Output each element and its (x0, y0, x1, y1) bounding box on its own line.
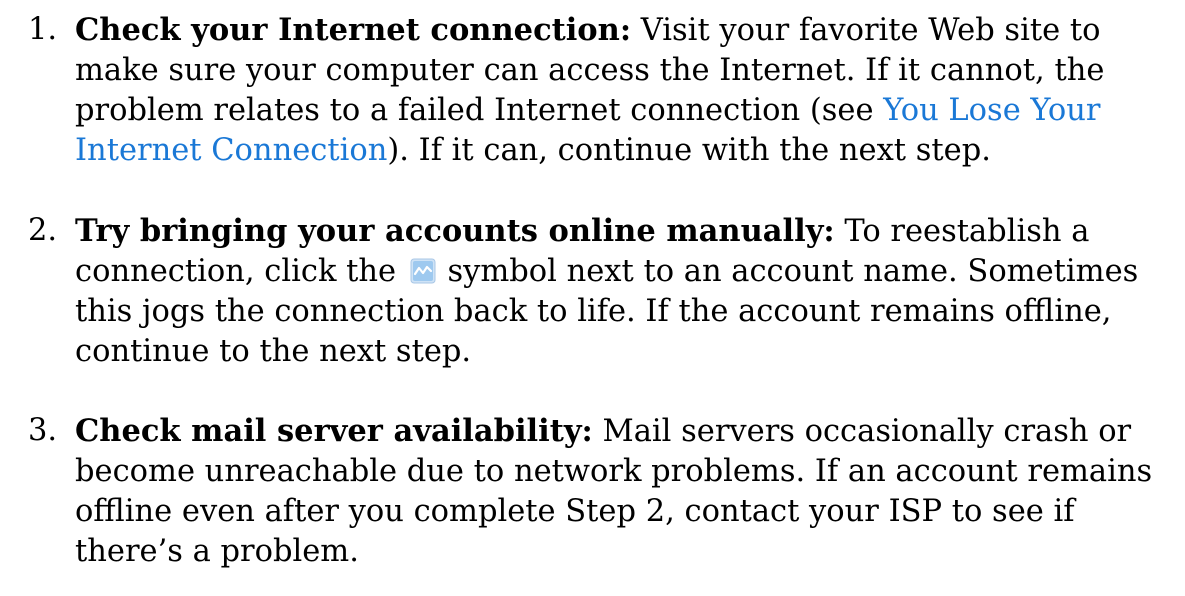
connection-sync-icon (410, 258, 436, 284)
step-number: 3. (28, 413, 58, 448)
step-heading: Check mail server availability: (75, 413, 593, 449)
step-text: ). If it can, continue with the next ste… (387, 133, 991, 168)
step-2: 2. Try bringing your accounts online man… (0, 211, 1175, 372)
step-3: 3. Check mail server availability: Mail … (0, 411, 1175, 572)
step-number: 1. (28, 12, 58, 47)
step-1: 1. Check your Internet connection: Visit… (0, 10, 1175, 171)
step-number: 2. (28, 213, 58, 248)
step-heading: Try bringing your accounts online manual… (75, 213, 835, 249)
step-heading: Check your Internet connection: (75, 12, 632, 48)
